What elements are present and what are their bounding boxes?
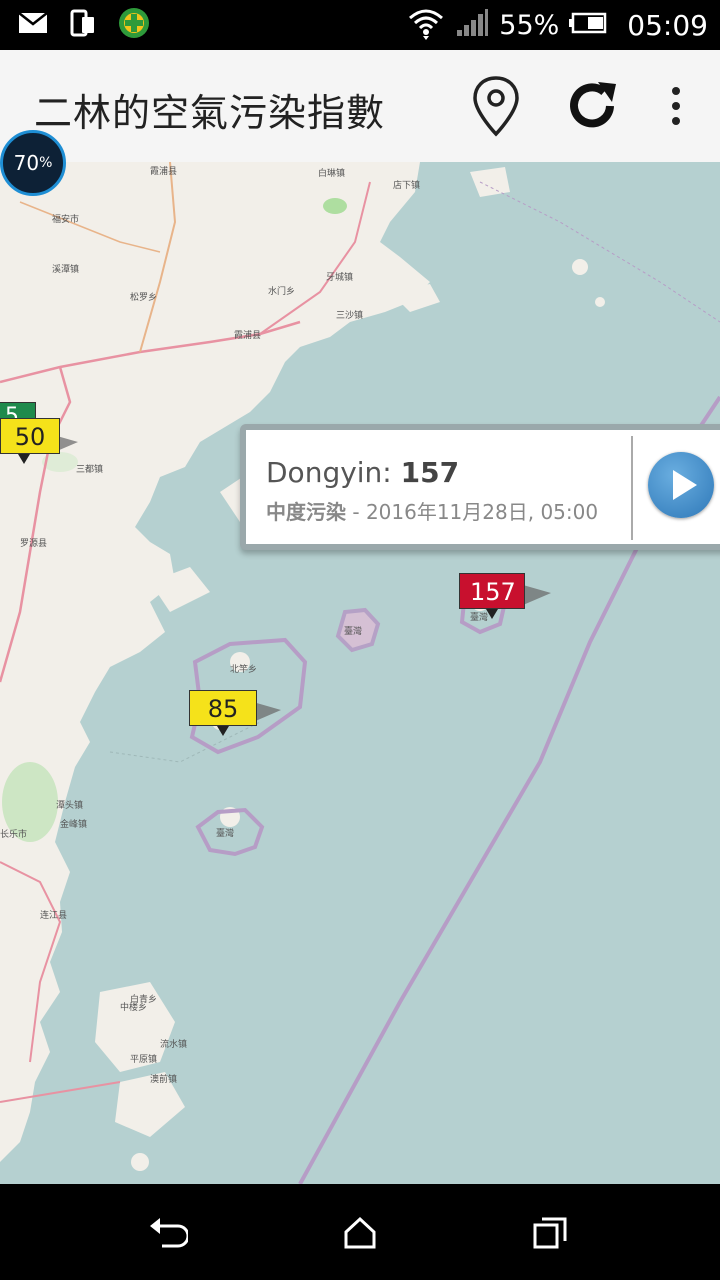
map-label: 流水镇	[160, 1040, 188, 1050]
wifi-icon	[407, 6, 445, 44]
map-label: 三都镇	[76, 465, 104, 475]
map-label: 白青乡	[130, 995, 158, 1005]
map-label: 牙城镇	[326, 273, 354, 283]
map-label: 臺灣	[216, 829, 235, 839]
app-bar: 二林的空氣污染指數	[0, 50, 720, 162]
navigation-bar	[0, 1184, 720, 1280]
battery-icon	[569, 12, 607, 38]
separator: -	[346, 500, 366, 524]
aqi-marker-value: 157	[459, 573, 525, 609]
map-view[interactable]: 霞浦县 白琳镇 店下镇 福安市 溪潭镇 松罗乡 牙城镇 三沙镇 水门乡 霞浦县 …	[0, 162, 720, 1184]
app-notification-icon	[118, 7, 150, 43]
pollution-level: 中度污染	[266, 500, 346, 524]
status-time: 05:09	[627, 8, 708, 42]
map-label: 金峰镇	[60, 820, 88, 830]
signal-icon	[455, 8, 489, 42]
map-label: 白琳镇	[318, 169, 346, 179]
marker-shadow	[523, 585, 551, 605]
map-label: 霞浦县	[234, 331, 262, 341]
map-label: 连江县	[40, 911, 68, 921]
aqi-marker-85[interactable]: 85	[189, 690, 281, 736]
aqi-marker-157[interactable]: 157	[459, 573, 551, 619]
map-label: 潭头镇	[56, 801, 84, 811]
device-icon	[70, 9, 96, 41]
page-title: 二林的空氣污染指數	[34, 91, 386, 135]
map-label: 水门乡	[268, 287, 296, 297]
status-bar: 55% 05:09	[0, 0, 720, 50]
play-icon	[673, 470, 697, 500]
marker-shadow	[253, 702, 281, 722]
location-pin-icon[interactable]	[466, 74, 526, 138]
aqi-value: 157	[400, 456, 460, 489]
map-label: 三沙镇	[336, 311, 364, 321]
battery-percent: 55%	[499, 9, 560, 41]
map-label: 罗源县	[20, 539, 48, 549]
map-label: 松罗乡	[130, 293, 158, 303]
aqi-marker-50[interactable]: 50	[0, 418, 78, 464]
station-info-popup[interactable]: Dongyin: 157 中度污染 - 2016年11月28日, 05:00	[240, 424, 720, 550]
popup-title: Dongyin: 157	[266, 456, 459, 489]
map-label: 溪潭镇	[52, 265, 80, 275]
map-label: 长乐市	[0, 830, 28, 840]
popup-subtitle: 中度污染 - 2016年11月28日, 05:00	[266, 496, 598, 525]
back-icon[interactable]	[138, 1208, 198, 1258]
map-label: 店下镇	[393, 181, 421, 191]
map-label: 北竿乡	[230, 665, 258, 675]
zoom-unit: %	[39, 155, 53, 171]
map-label: 臺灣	[344, 627, 363, 637]
map-label: 福安市	[52, 215, 80, 225]
map-label: 平原镇	[130, 1055, 158, 1065]
station-name: Dongyin:	[266, 456, 401, 489]
aqi-marker-value: 85	[189, 690, 257, 726]
play-button[interactable]	[648, 452, 714, 518]
zoom-value: 70	[13, 151, 40, 175]
mail-icon	[18, 12, 48, 38]
map-label: 澳前镇	[150, 1075, 178, 1085]
overflow-menu-icon[interactable]	[646, 74, 706, 138]
home-icon[interactable]	[330, 1208, 390, 1258]
popup-divider	[631, 436, 633, 540]
marker-pointer	[217, 726, 229, 736]
zoom-level-badge[interactable]: 70%	[0, 130, 66, 196]
recents-icon[interactable]	[520, 1208, 580, 1258]
refresh-icon[interactable]	[562, 74, 622, 138]
aqi-marker-value: 50	[0, 418, 60, 454]
marker-pointer	[486, 609, 498, 619]
reading-timestamp: 2016年11月28日, 05:00	[365, 500, 599, 524]
marker-pointer	[18, 454, 30, 464]
map-label: 霞浦县	[150, 167, 178, 177]
